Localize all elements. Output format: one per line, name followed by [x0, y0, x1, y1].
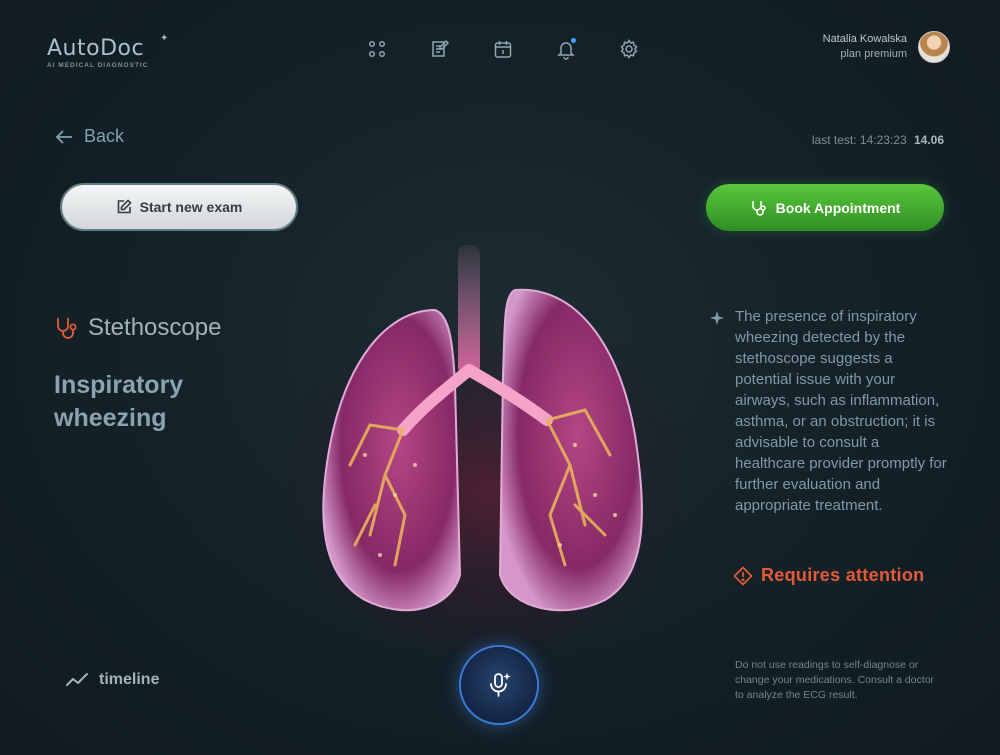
calendar-icon[interactable] — [492, 38, 514, 60]
logo-name: AutoDoc — [47, 36, 145, 61]
microphone-icon — [490, 672, 511, 697]
back-label: Back — [84, 126, 125, 146]
status-badge: Requires attention — [733, 565, 924, 586]
user-name: Natalia Kowalska — [822, 33, 907, 45]
edit-icon — [117, 199, 132, 214]
grid-icon[interactable] — [366, 38, 388, 60]
start-new-exam-button[interactable]: Start new exam — [60, 183, 298, 231]
notes-icon[interactable] — [429, 38, 451, 60]
sparkle-icon — [710, 311, 724, 325]
stethoscope-icon — [57, 318, 77, 339]
last-test-label: last test: — [811, 133, 857, 147]
lungs-illustration — [285, 245, 685, 655]
book-appointment-label: Book Appointment — [775, 199, 901, 216]
stethoscope-icon — [751, 200, 766, 216]
book-appointment-button[interactable]: Book Appointment — [706, 184, 944, 231]
trend-line-icon — [66, 673, 88, 686]
user-profile[interactable]: Natalia Kowalska plan premium — [823, 31, 950, 63]
avatar[interactable] — [918, 31, 950, 63]
disclaimer-text: Do not use readings to self-diagnose or … — [735, 659, 935, 701]
arrow-left-icon — [55, 129, 72, 144]
timeline-link[interactable]: timeline — [65, 671, 159, 689]
gear-icon[interactable] — [618, 38, 640, 60]
last-test-time: 14:23:23 — [859, 133, 907, 147]
back-button[interactable]: Back — [54, 126, 124, 147]
timeline-label: timeline — [99, 671, 160, 688]
exam-device-label: Stethoscope — [88, 314, 222, 341]
notification-dot — [571, 38, 576, 43]
finding-title: Inspiratory wheezing — [54, 371, 184, 432]
app-logo[interactable]: AutoDoc ✦ AI MEDICAL DIAGNOSTIC — [47, 33, 168, 69]
diagnosis-description: The presence of inspiratory wheezing det… — [735, 308, 947, 514]
top-nav — [366, 38, 640, 60]
last-test-info: last test: 14:23:23 14.06 — [812, 133, 944, 147]
sparkle-icon: ✦ — [160, 33, 169, 44]
last-test-date: 14.06 — [913, 133, 944, 147]
status-label: Requires attention — [761, 565, 925, 585]
user-plan: plan premium — [840, 48, 907, 60]
warning-icon — [733, 565, 753, 586]
start-new-exam-label: Start new exam — [139, 199, 243, 215]
logo-subtitle: AI MEDICAL DIAGNOSTIC — [47, 62, 149, 69]
voice-assistant-button[interactable] — [461, 647, 537, 723]
bell-icon[interactable] — [555, 38, 577, 60]
exam-device: Stethoscope — [53, 314, 221, 342]
